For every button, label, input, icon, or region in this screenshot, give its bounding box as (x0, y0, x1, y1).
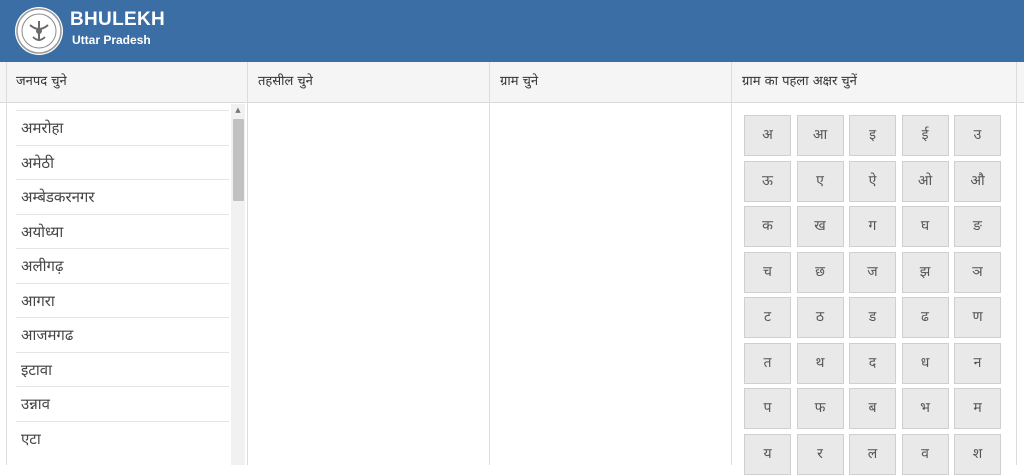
letter-button[interactable]: ओ (901, 160, 949, 202)
district-item[interactable]: अम्बेडकरनगर (16, 179, 229, 214)
site-subtitle: Uttar Pradesh (72, 33, 151, 47)
district-item[interactable]: उन्नाव (16, 386, 229, 421)
letter-button[interactable]: ङ (954, 206, 1001, 247)
letter-button[interactable]: ड (849, 297, 896, 338)
letter-button[interactable]: ट (744, 297, 791, 338)
letter-button[interactable]: भ (901, 388, 949, 429)
district-item[interactable]: आजमगढ (16, 317, 229, 352)
letter-button[interactable]: क (744, 206, 791, 247)
letter-button[interactable]: ए (796, 160, 844, 202)
column-divider (731, 62, 732, 465)
letter-button[interactable]: ल (849, 433, 896, 475)
letter-button[interactable]: त (744, 342, 791, 384)
letter-button[interactable]: म (954, 388, 1001, 429)
letter-button[interactable]: उ (954, 115, 1001, 156)
district-item[interactable]: इटावा (16, 351, 229, 387)
district-item[interactable]: अयोध्या (16, 213, 229, 249)
column-divider (1016, 62, 1017, 465)
village-column-title: ग्राम चुने (500, 74, 539, 89)
letter-button[interactable]: प (744, 388, 791, 429)
letter-button[interactable]: औ (954, 160, 1001, 202)
letter-button[interactable]: छ (796, 251, 844, 293)
letter-button[interactable]: घ (901, 206, 949, 247)
letter-button[interactable]: ज (849, 251, 896, 293)
letter-button[interactable]: अ (744, 115, 791, 156)
letter-button[interactable]: झ (901, 251, 949, 293)
letter-button[interactable]: ठ (796, 297, 844, 338)
letter-button[interactable]: ऊ (744, 160, 791, 202)
district-item[interactable]: एटा (16, 420, 229, 456)
column-header-bar: जनपद चुने तहसील चुने ग्राम चुने ग्राम का… (0, 62, 1024, 103)
column-divider (247, 62, 248, 465)
letter-button[interactable]: र (796, 433, 844, 475)
district-item[interactable]: आगरा (16, 282, 229, 318)
letter-button[interactable]: ञ (954, 251, 1001, 293)
letter-button[interactable]: ग (849, 206, 896, 247)
app-header: BHULEKH Uttar Pradesh (0, 0, 1024, 62)
letter-button[interactable]: ध (901, 342, 949, 384)
district-item[interactable]: अलीगढ़ (16, 248, 229, 283)
tehsil-column-title: तहसील चुने (258, 74, 313, 89)
site-title: BHULEKH (70, 9, 165, 30)
letter-button[interactable]: न (954, 342, 1001, 384)
letter-button[interactable]: च (744, 251, 791, 293)
letter-button[interactable]: य (744, 433, 791, 475)
letter-button[interactable]: ब (849, 388, 896, 429)
up-govt-emblem-icon[interactable] (15, 7, 63, 55)
letter-button[interactable]: ढ (901, 297, 949, 338)
column-divider (489, 62, 490, 465)
letter-button[interactable]: द (849, 342, 896, 384)
first-letter-column-title: ग्राम का पहला अक्षर चुनें (742, 74, 857, 89)
letter-button[interactable]: ख (796, 206, 844, 247)
letter-button[interactable]: व (901, 433, 949, 475)
letter-button[interactable]: ण (954, 297, 1001, 338)
scroll-up-arrow-icon[interactable]: ▲ (231, 104, 245, 117)
district-list: अमरोहा अमेठी अम्बेडकरनगर अयोध्या अलीगढ़ आगरा आ… (16, 110, 229, 455)
letter-button[interactable]: ऐ (849, 160, 896, 202)
district-item[interactable]: अमेठी (16, 144, 229, 180)
district-column-title: जनपद चुने (16, 74, 67, 89)
scrollbar-thumb[interactable] (233, 119, 244, 201)
letter-button[interactable]: ई (901, 115, 949, 156)
letter-button[interactable]: आ (796, 115, 844, 156)
letter-button[interactable]: श (954, 433, 1001, 475)
column-divider (6, 62, 7, 465)
letter-button[interactable]: फ (796, 388, 844, 429)
district-item[interactable]: अमरोहा (16, 110, 229, 145)
letter-button[interactable]: थ (796, 342, 844, 384)
letter-button[interactable]: इ (849, 115, 896, 156)
